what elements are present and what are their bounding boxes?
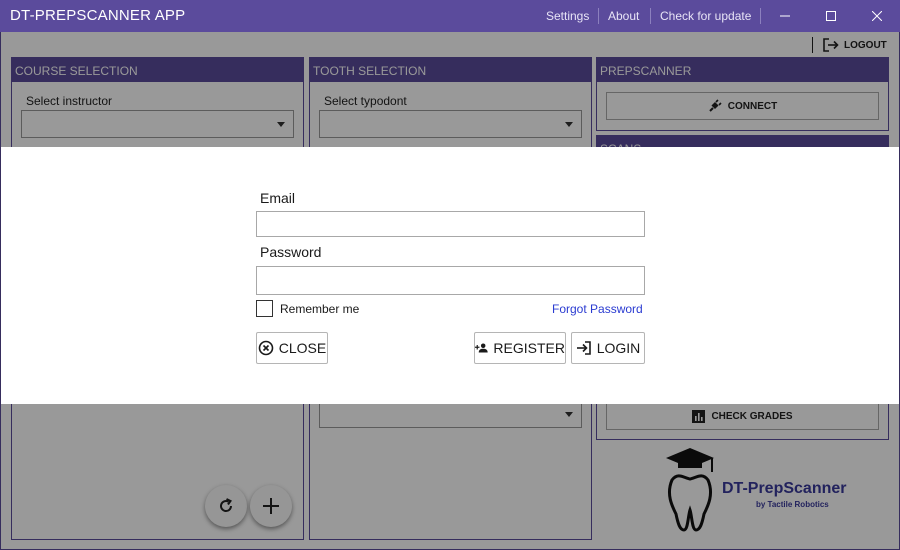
- maximize-icon: [826, 11, 836, 21]
- close-window-button[interactable]: [854, 0, 900, 32]
- register-label: REGISTER: [493, 340, 565, 356]
- about-menu[interactable]: About: [608, 9, 639, 23]
- remember-me-label: Remember me: [280, 302, 360, 316]
- check-update-menu[interactable]: Check for update: [660, 9, 751, 23]
- password-field[interactable]: [256, 266, 645, 295]
- minimize-icon: [780, 15, 790, 17]
- email-label: Email: [260, 190, 296, 206]
- menu-divider: [598, 8, 599, 24]
- close-label: CLOSE: [278, 340, 327, 356]
- close-circle-icon: [258, 340, 274, 356]
- login-button[interactable]: LOGIN: [571, 332, 645, 364]
- email-field[interactable]: [256, 211, 645, 237]
- settings-menu[interactable]: Settings: [546, 9, 589, 23]
- close-button[interactable]: CLOSE: [256, 332, 328, 364]
- add-user-icon: [475, 343, 488, 353]
- register-button[interactable]: REGISTER: [474, 332, 566, 364]
- menu-divider: [760, 8, 761, 24]
- maximize-button[interactable]: [808, 0, 854, 32]
- app-title: DT-PREPSCANNER APP: [10, 7, 186, 24]
- login-label: LOGIN: [596, 340, 641, 356]
- login-icon: [576, 341, 591, 355]
- login-dialog: Email Password Remember me Forgot Passwo…: [1, 147, 899, 404]
- title-bar: DT-PREPSCANNER APP Settings About Check …: [0, 0, 900, 32]
- forgot-password-link[interactable]: Forgot Password: [552, 302, 643, 316]
- close-icon: [871, 10, 883, 22]
- remember-me-checkbox[interactable]: [256, 300, 273, 317]
- minimize-button[interactable]: [762, 0, 808, 32]
- menu-divider: [650, 8, 651, 24]
- password-label: Password: [260, 244, 322, 260]
